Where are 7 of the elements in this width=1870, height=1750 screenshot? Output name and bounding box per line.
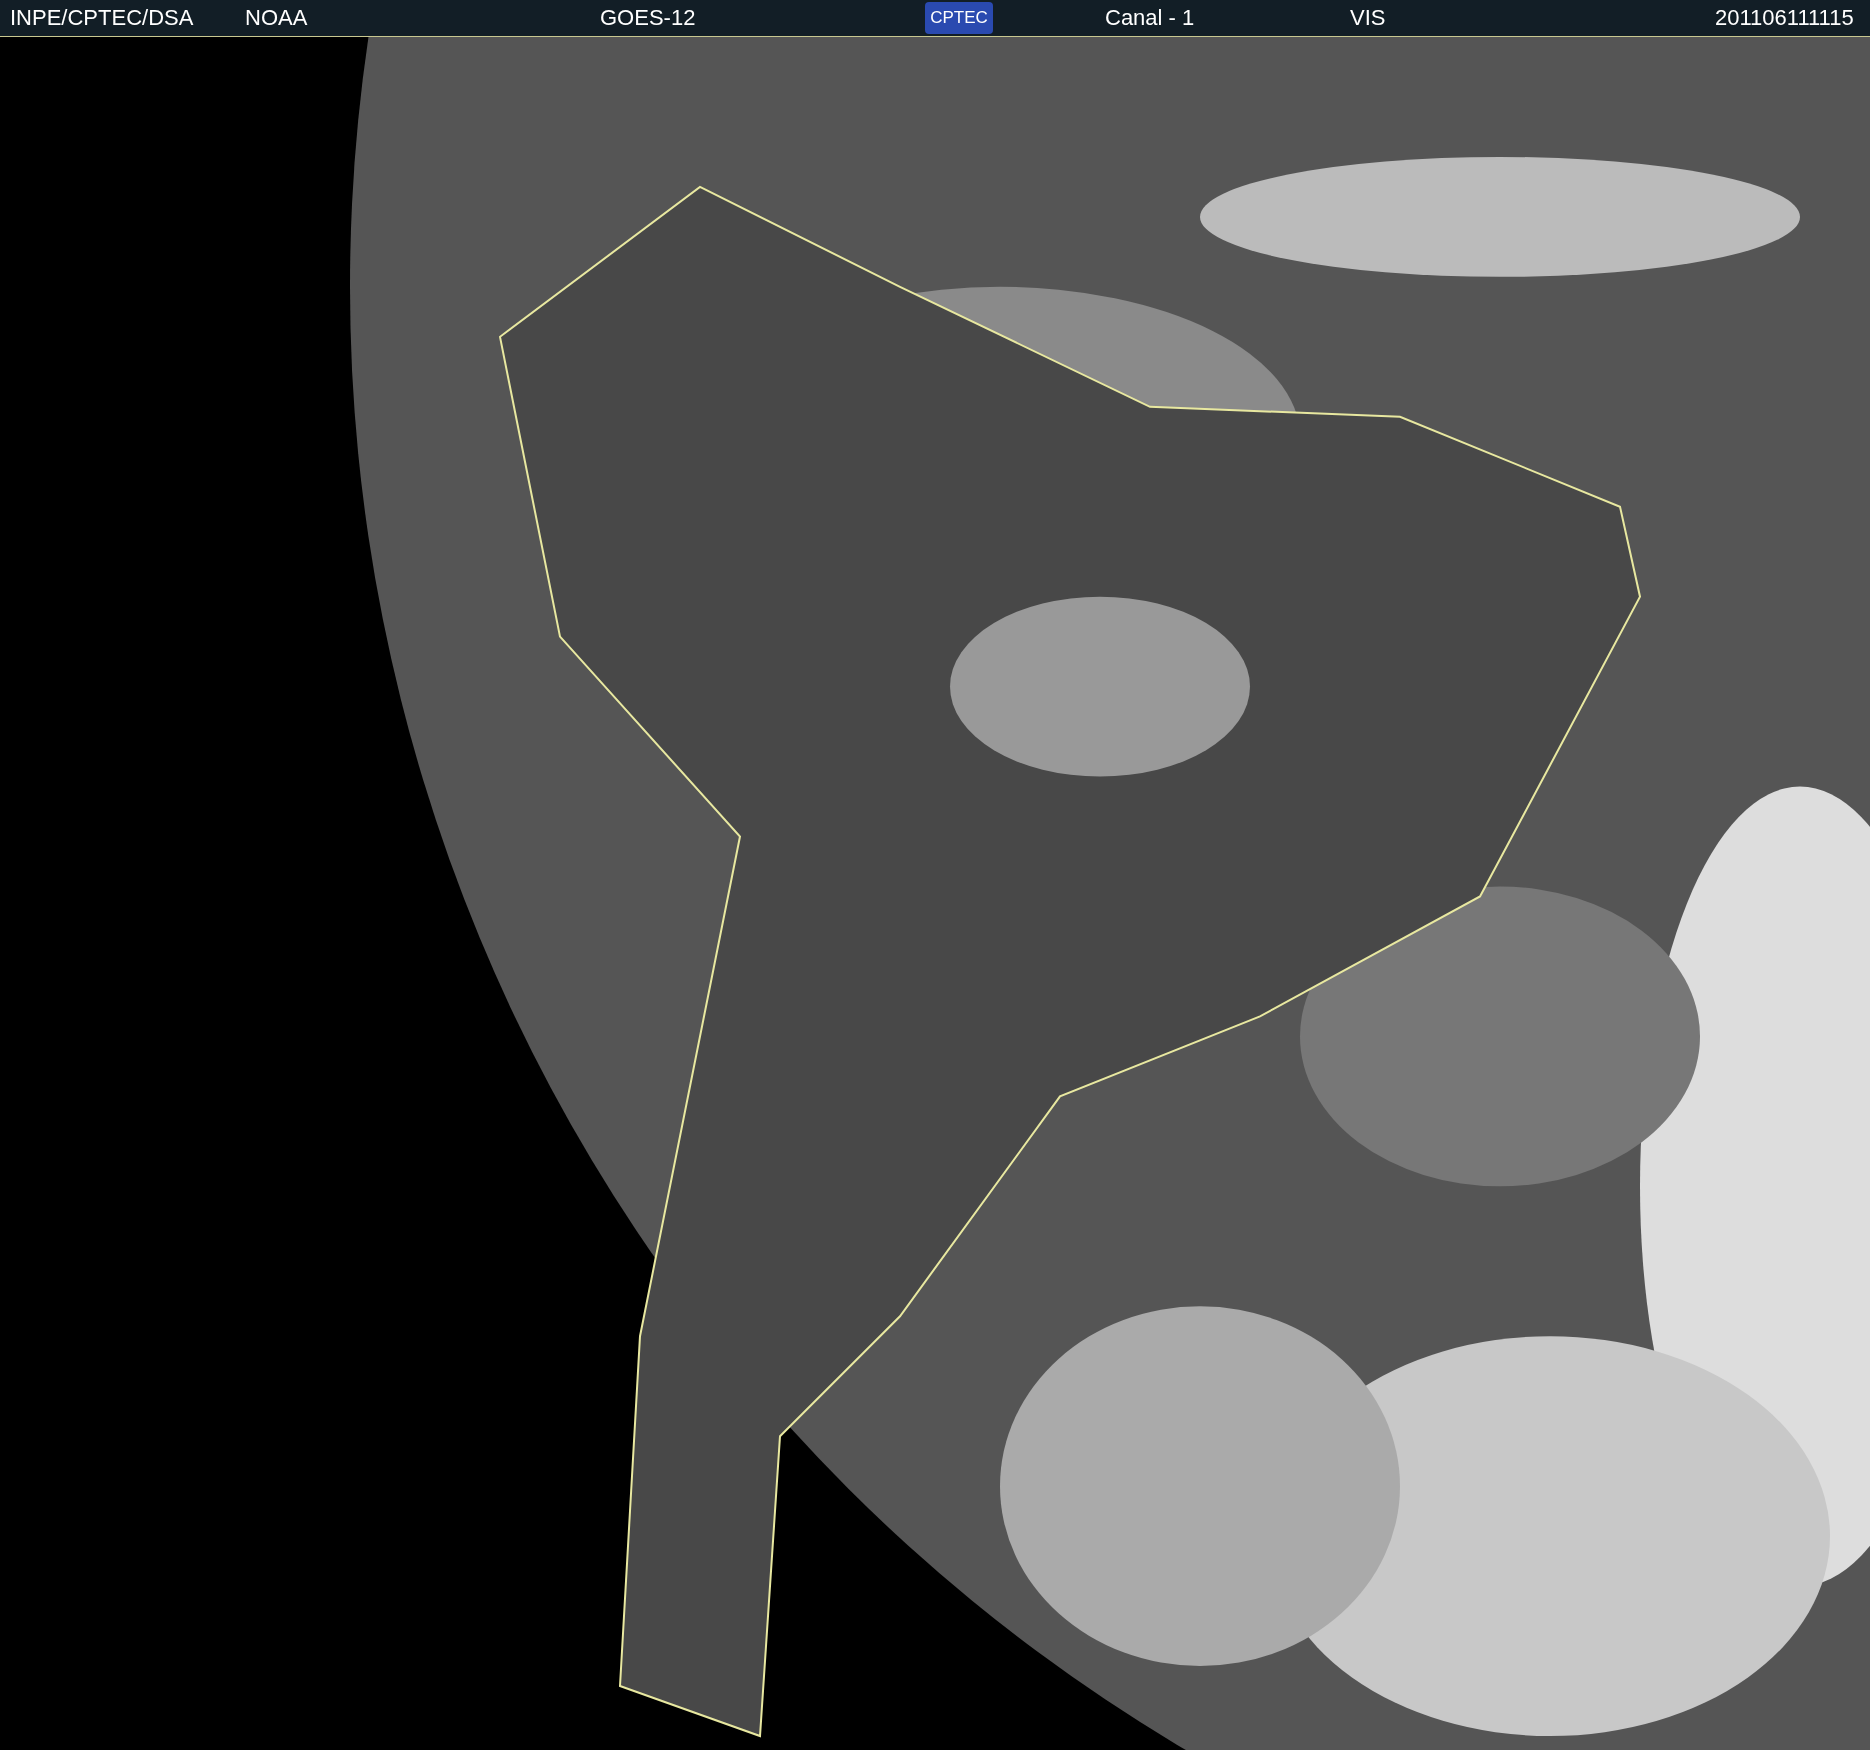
timestamp-label: 201106111115 (1715, 5, 1854, 31)
band-label: VIS (1350, 5, 1387, 31)
logo: CPTEC (925, 2, 993, 34)
source-label: INPE/CPTEC/DSA (10, 5, 195, 31)
agency-label: NOAA (245, 5, 309, 31)
channel-label: Canal - 1 (1105, 5, 1196, 31)
satellite-label: GOES-12 (600, 5, 697, 31)
